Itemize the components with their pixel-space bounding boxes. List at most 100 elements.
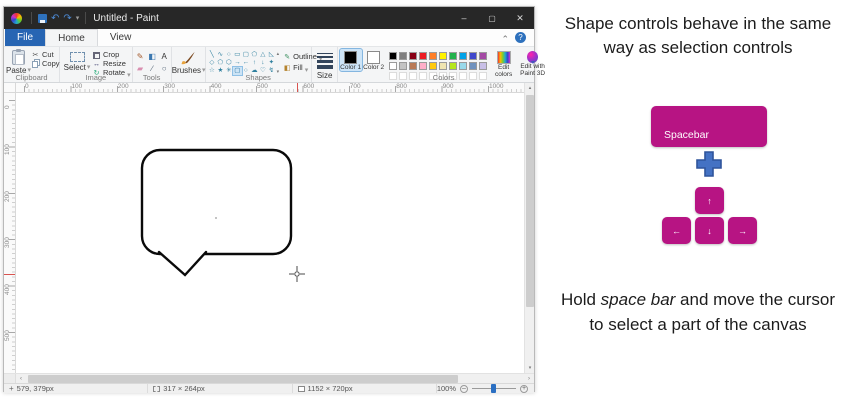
palette-swatch[interactable]: [429, 52, 437, 60]
tab-view[interactable]: View: [98, 29, 144, 46]
scroll-up-icon[interactable]: [525, 83, 535, 93]
shape-tool[interactable]: ⬠: [216, 59, 225, 67]
palette-swatch[interactable]: [439, 52, 447, 60]
shape-tool[interactable]: ✦: [267, 59, 276, 67]
cut-button[interactable]: Cut: [31, 51, 60, 59]
palette-swatch[interactable]: [459, 52, 467, 60]
color1-button[interactable]: Color 1: [340, 49, 362, 71]
horizontal-ruler: 010020030040050060070080090010001100: [16, 83, 524, 93]
speech-bubble-shape[interactable]: [142, 150, 291, 254]
palette-swatch[interactable]: [479, 52, 487, 60]
zoom-in-button[interactable]: +: [520, 385, 528, 393]
titlebar-divider: [85, 12, 86, 24]
shape-tool[interactable]: ↓: [259, 59, 268, 67]
shape-tool[interactable]: △: [259, 51, 268, 59]
shape-tool[interactable]: ▢: [242, 51, 251, 59]
redo-icon[interactable]: [63, 13, 71, 24]
crop-icon: [92, 52, 101, 59]
palette-swatch[interactable]: [449, 62, 457, 70]
paint-logo-icon: [11, 13, 22, 24]
spacebar-key: Spacebar: [651, 106, 767, 147]
palette-swatch[interactable]: [429, 62, 437, 70]
palette-swatch[interactable]: [419, 52, 427, 60]
tab-home[interactable]: Home: [45, 29, 98, 46]
help-icon[interactable]: [515, 32, 526, 43]
shape-tool[interactable]: ◺: [267, 51, 276, 59]
palette-swatch[interactable]: [459, 62, 467, 70]
size-group: Size: [312, 47, 338, 82]
screenshot: Untitled - Paint File Home View Paste: [0, 0, 850, 404]
resize-button[interactable]: Resize: [92, 60, 131, 68]
brushes-button[interactable]: Brushes: [174, 49, 204, 75]
palette-swatch[interactable]: [479, 62, 487, 70]
titlebar: Untitled - Paint: [4, 7, 534, 29]
palette-swatch[interactable]: [449, 52, 457, 60]
shape-center-dot: [215, 217, 217, 219]
ruler-label: 0: [25, 83, 29, 90]
ruler-cursor-marker: [4, 274, 16, 275]
palette-swatch[interactable]: [389, 62, 397, 70]
palette-swatch[interactable]: [399, 62, 407, 70]
paste-icon: [12, 50, 25, 65]
fill-icon: [283, 64, 291, 72]
size-icon: [317, 53, 333, 69]
shapes-scroll[interactable]: ▴ ▾: [277, 51, 280, 75]
drawing-canvas[interactable]: [16, 93, 524, 373]
paste-button[interactable]: Paste: [6, 49, 31, 75]
undo-icon[interactable]: [51, 13, 59, 24]
color2-button[interactable]: Color 2: [363, 49, 385, 71]
crop-button[interactable]: Crop: [92, 51, 131, 59]
horizontal-scrollbar[interactable]: [4, 373, 534, 383]
close-button[interactable]: [506, 7, 534, 29]
vertical-scroll-thumb[interactable]: [526, 95, 534, 307]
palette-swatch[interactable]: [409, 52, 417, 60]
vertical-scrollbar[interactable]: [524, 83, 534, 373]
palette-swatch[interactable]: [469, 52, 477, 60]
select-button[interactable]: Select: [62, 49, 92, 72]
ruler-label: 1000: [489, 83, 503, 90]
down-arrow-key-label: ↓: [707, 226, 712, 236]
colors-group: Color 1 Color 2 Edit colors Edit with Pa…: [338, 47, 550, 82]
palette-swatch[interactable]: [419, 62, 427, 70]
ruler-label: 400: [4, 284, 11, 295]
pencil-tool-icon[interactable]: ✎: [135, 51, 146, 62]
copy-button[interactable]: Copy: [31, 60, 60, 68]
save-icon[interactable]: [38, 14, 47, 23]
shape-tool[interactable]: ←: [242, 59, 251, 67]
shape-tool[interactable]: →: [233, 59, 242, 67]
palette-swatch[interactable]: [399, 52, 407, 60]
text-tool-icon[interactable]: A: [159, 51, 170, 62]
palette-swatch[interactable]: [389, 52, 397, 60]
colors-group-label: Colors: [338, 73, 550, 82]
maximize-button[interactable]: [478, 7, 506, 29]
shape-tool[interactable]: ◇: [208, 59, 217, 67]
shape-tool[interactable]: ∿: [216, 51, 225, 59]
shape-tool[interactable]: ⬠: [250, 51, 259, 59]
fill-tool-icon[interactable]: ◧: [147, 51, 158, 62]
ruler-label: 900: [443, 83, 454, 90]
shape-tool[interactable]: ╲: [208, 51, 217, 59]
minimize-button[interactable]: [450, 7, 478, 29]
horizontal-scroll-thumb[interactable]: [28, 375, 458, 383]
shapes-scroll-up-icon[interactable]: ▴: [277, 51, 280, 57]
shape-tool[interactable]: ○: [225, 51, 234, 59]
palette-swatch[interactable]: [409, 62, 417, 70]
edit-colors-icon: [497, 51, 511, 64]
ruler-cursor-marker: [297, 83, 298, 93]
collapse-ribbon-icon[interactable]: [501, 29, 509, 47]
shape-tool[interactable]: ↑: [250, 59, 259, 67]
shape-tool[interactable]: ⬡: [225, 59, 234, 67]
up-arrow-key: ↑: [695, 187, 724, 214]
ruler-label: 100: [71, 83, 82, 90]
zoom-slider-thumb[interactable]: [491, 384, 496, 393]
shape-tool[interactable]: ▭: [233, 51, 242, 59]
palette-swatch[interactable]: [469, 62, 477, 70]
scroll-down-icon[interactable]: [525, 363, 535, 373]
zoom-slider[interactable]: [472, 388, 516, 389]
qat-dropdown-icon[interactable]: [76, 12, 80, 24]
palette-swatch[interactable]: [439, 62, 447, 70]
brushes-label: Brushes: [172, 66, 201, 75]
zoom-out-button[interactable]: –: [460, 385, 468, 393]
ruler-label: 0: [4, 105, 11, 109]
tab-file[interactable]: File: [5, 29, 45, 46]
